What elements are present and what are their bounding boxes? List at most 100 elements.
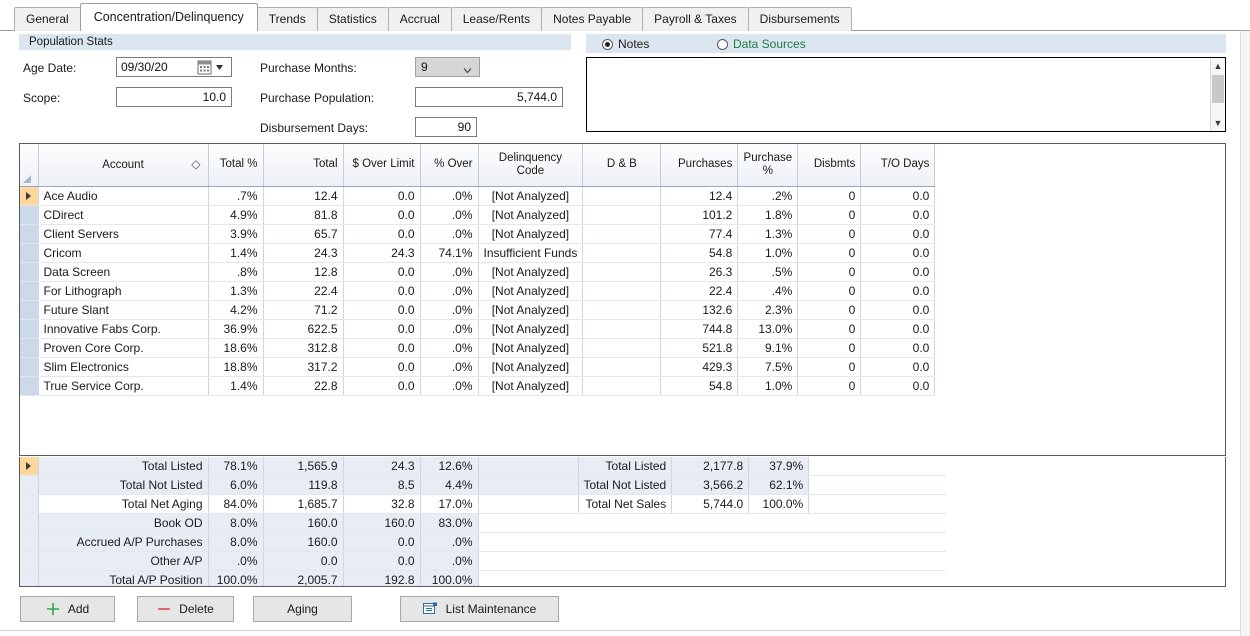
cell-db[interactable] [582, 224, 662, 244]
scrollbar-thumb[interactable] [1212, 75, 1224, 103]
column-header-over-limit[interactable]: $ Over Limit [343, 144, 421, 187]
cell-account[interactable]: Data Screen [38, 262, 209, 282]
summary-row[interactable]: Accrued A/P Purchases 8.0% 160.0 0.0.0% [20, 532, 946, 552]
summary-row[interactable]: Total Net Aging 84.0% 1,685.7 32.8 17.0% Tota… [20, 494, 946, 514]
cell-total[interactable]: 12.4 [263, 186, 344, 206]
cell-delinquency[interactable]: [Not Analyzed] [478, 357, 584, 377]
cell-total_pct[interactable]: .8% [208, 262, 264, 282]
table-row[interactable]: Slim Electronics 18.8% 317.2 0.0.0% [Not Ana… [20, 357, 936, 377]
row-selector-cell[interactable] [20, 338, 39, 358]
cell-to_days[interactable]: 0.0 [860, 224, 936, 244]
cell-total_pct[interactable]: 1.4% [208, 243, 264, 263]
cell-account[interactable]: Innovative Fabs Corp. [38, 319, 209, 339]
summary-row-selector[interactable] [20, 570, 39, 586]
column-header-delinquency-code[interactable]: Delinquency Code [478, 144, 584, 187]
column-header-total[interactable]: Total [263, 144, 344, 187]
cell-account[interactable]: CDirect [38, 205, 209, 225]
cell-purchases[interactable]: 132.6 [660, 300, 739, 320]
cell-total[interactable]: 317.2 [263, 357, 344, 377]
cell-disbmts[interactable]: 0 [797, 357, 862, 377]
cell-purchases[interactable]: 12.4 [660, 186, 739, 206]
add-button[interactable]: Add [20, 596, 115, 622]
cell-pct_over[interactable]: .0% [420, 357, 479, 377]
cell-purchases[interactable]: 54.8 [660, 376, 739, 396]
cell-total[interactable]: 71.2 [263, 300, 344, 320]
column-header-purchase[interactable]: Purchase % [737, 144, 799, 187]
cell-delinquency[interactable]: [Not Analyzed] [478, 376, 584, 396]
window-scrollbar[interactable] [1240, 31, 1250, 636]
cell-db[interactable] [582, 300, 662, 320]
cell-total[interactable]: 312.8 [263, 338, 344, 358]
cell-delinquency[interactable]: [Not Analyzed] [478, 262, 584, 282]
cell-to_days[interactable]: 0.0 [860, 281, 936, 301]
cell-delinquency[interactable]: [Not Analyzed] [478, 281, 584, 301]
cell-to_days[interactable]: 0.0 [860, 338, 936, 358]
cell-purchases[interactable]: 744.8 [660, 319, 739, 339]
cell-total_pct[interactable]: 36.9% [208, 319, 264, 339]
tab-general[interactable]: General [14, 7, 81, 31]
cell-disbmts[interactable]: 0 [797, 224, 862, 244]
cell-db[interactable] [582, 357, 662, 377]
cell-disbmts[interactable]: 0 [797, 262, 862, 282]
cell-purchase_pct[interactable]: 1.0% [737, 243, 799, 263]
cell-pct_over[interactable]: .0% [420, 205, 479, 225]
row-selector-cell[interactable] [20, 186, 39, 206]
row-selector-cell[interactable] [20, 319, 39, 339]
cell-delinquency[interactable]: [Not Analyzed] [478, 338, 584, 358]
cell-total_pct[interactable]: 4.2% [208, 300, 264, 320]
cell-purchases[interactable]: 22.4 [660, 281, 739, 301]
cell-purchases[interactable]: 77.4 [660, 224, 739, 244]
cell-total[interactable]: 22.4 [263, 281, 344, 301]
cell-purchase_pct[interactable]: 2.3% [737, 300, 799, 320]
row-selector-cell[interactable] [20, 281, 39, 301]
cell-to_days[interactable]: 0.0 [860, 262, 936, 282]
cell-to_days[interactable]: 0.0 [860, 205, 936, 225]
notes-textarea[interactable]: ▲ ▼ [586, 57, 1226, 132]
cell-db[interactable] [582, 376, 662, 396]
cell-purchase_pct[interactable]: 1.8% [737, 205, 799, 225]
cell-pct_over[interactable]: 74.1% [420, 243, 479, 263]
cell-disbmts[interactable]: 0 [797, 376, 862, 396]
disbursement-days-input[interactable]: 90 [415, 117, 477, 137]
cell-total[interactable]: 81.8 [263, 205, 344, 225]
cell-disbmts[interactable]: 0 [797, 186, 862, 206]
cell-purchase_pct[interactable]: 7.5% [737, 357, 799, 377]
column-header-over[interactable]: % Over [420, 144, 479, 187]
summary-row-selector[interactable] [20, 457, 39, 476]
cell-purchase_pct[interactable]: .4% [737, 281, 799, 301]
cell-to_days[interactable]: 0.0 [860, 376, 936, 396]
summary-row[interactable]: Total Not Listed 6.0% 119.8 8.5 4.4% Total No… [20, 475, 946, 495]
cell-total_pct[interactable]: 1.3% [208, 281, 264, 301]
cell-db[interactable] [582, 262, 662, 282]
tab-trends[interactable]: Trends [256, 7, 318, 31]
cell-over_limit[interactable]: 0.0 [343, 205, 421, 225]
row-selector-cell[interactable] [20, 357, 39, 377]
tab-disbursements[interactable]: Disbursements [747, 7, 852, 31]
list-maintenance-button[interactable]: List Maintenance [400, 596, 559, 622]
cell-disbmts[interactable]: 0 [797, 205, 862, 225]
cell-disbmts[interactable]: 0 [797, 319, 862, 339]
purchase-population-input[interactable]: 5,744.0 [415, 87, 563, 107]
cell-total[interactable]: 24.3 [263, 243, 344, 263]
cell-over_limit[interactable]: 24.3 [343, 243, 421, 263]
cell-over_limit[interactable]: 0.0 [343, 338, 421, 358]
cell-account[interactable]: Slim Electronics [38, 357, 209, 377]
cell-db[interactable] [582, 205, 662, 225]
cell-delinquency[interactable]: [Not Analyzed] [478, 186, 584, 206]
cell-account[interactable]: Cricom [38, 243, 209, 263]
table-row[interactable]: For Lithograph 1.3% 22.4 0.0.0% [Not Analyze… [20, 281, 936, 301]
cell-purchase_pct[interactable]: 1.0% [737, 376, 799, 396]
cell-purchase_pct[interactable]: 9.1% [737, 338, 799, 358]
scope-input[interactable]: 10.0 [116, 87, 232, 107]
column-header-account[interactable]: Account ◇ [38, 144, 209, 187]
row-selector-cell[interactable] [20, 376, 39, 396]
summary-row[interactable]: Book OD 8.0% 160.0 160.0 83.0% [20, 513, 946, 533]
table-row[interactable]: Future Slant 4.2% 71.2 0.0.0% [Not Analyzed]… [20, 300, 936, 320]
cell-total_pct[interactable]: 18.6% [208, 338, 264, 358]
summary-row-selector[interactable] [20, 494, 39, 514]
cell-to_days[interactable]: 0.0 [860, 186, 936, 206]
tab-accrual[interactable]: Accrual [387, 7, 452, 31]
tab-lease-rents[interactable]: Lease/Rents [450, 7, 543, 31]
age-date-input[interactable]: 09/30/20 [116, 57, 232, 77]
cell-purchase_pct[interactable]: 1.3% [737, 224, 799, 244]
